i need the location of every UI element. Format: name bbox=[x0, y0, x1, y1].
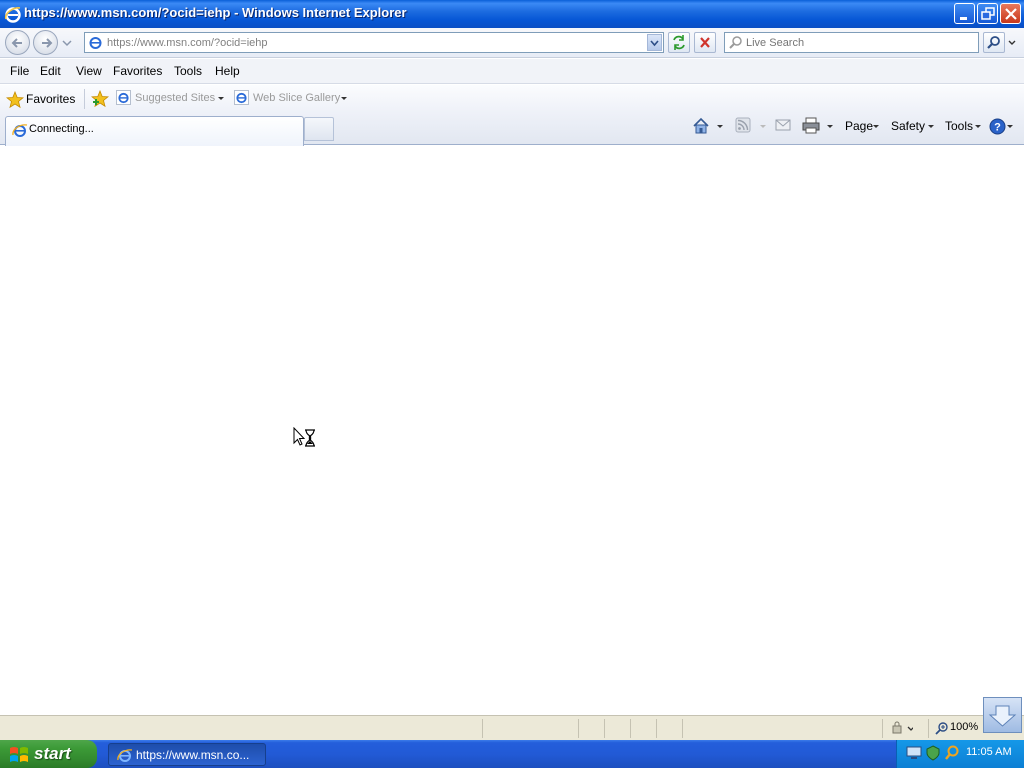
status-pane-divider bbox=[578, 719, 579, 738]
search-button[interactable] bbox=[983, 32, 1005, 53]
minimize-button[interactable] bbox=[954, 3, 975, 24]
menu-edit[interactable]: Edit bbox=[40, 64, 61, 78]
feeds-icon[interactable] bbox=[735, 117, 751, 133]
page-content[interactable] bbox=[0, 146, 1024, 715]
web-slice-gallery-caret[interactable] bbox=[341, 97, 347, 100]
search-input[interactable] bbox=[746, 35, 971, 50]
address-toolbar bbox=[0, 28, 1024, 58]
window-title: https://www.msn.com/?ocid=iehp - Windows… bbox=[24, 5, 407, 20]
web-slice-ie-icon bbox=[234, 90, 249, 105]
home-icon[interactable] bbox=[692, 117, 710, 135]
feeds-dropdown[interactable] bbox=[760, 125, 766, 128]
taskbar-item-label: https://www.msn.co... bbox=[136, 748, 250, 762]
status-pane-divider bbox=[882, 719, 883, 738]
menu-bar: File Edit View Favorites Tools Help bbox=[0, 59, 1024, 84]
menu-file[interactable]: File bbox=[10, 64, 29, 78]
ie-icon bbox=[4, 7, 21, 23]
favorites-label: Favorites bbox=[26, 92, 76, 106]
address-bar[interactable] bbox=[84, 32, 664, 53]
windows-flag-icon bbox=[10, 747, 28, 762]
close-icon bbox=[1005, 8, 1017, 20]
page-menu[interactable]: Page bbox=[845, 119, 873, 133]
tab-ie-icon bbox=[12, 124, 28, 137]
status-pane-divider bbox=[604, 719, 605, 738]
restore-button[interactable] bbox=[977, 3, 998, 24]
hourglass-cursor-icon bbox=[293, 427, 315, 447]
taskbar-ie-icon bbox=[117, 749, 133, 762]
search-box[interactable] bbox=[724, 32, 979, 53]
refresh-button[interactable] bbox=[668, 32, 690, 53]
mail-icon[interactable] bbox=[775, 117, 791, 133]
live-search-icon bbox=[729, 36, 742, 49]
suggested-sites-ie-icon bbox=[116, 90, 131, 105]
close-button[interactable] bbox=[1000, 3, 1021, 24]
tools-menu-caret[interactable] bbox=[975, 125, 981, 128]
title-bar[interactable]: https://www.msn.com/?ocid=iehp - Windows… bbox=[0, 0, 1024, 28]
status-pane-divider bbox=[682, 719, 683, 738]
forward-button[interactable] bbox=[33, 30, 58, 55]
page-ie-icon bbox=[89, 37, 102, 49]
tools-menu[interactable]: Tools bbox=[945, 119, 973, 133]
zoom-icon[interactable] bbox=[935, 721, 949, 735]
system-tray: 11:05 AM bbox=[896, 740, 1024, 768]
protected-mode-icon[interactable] bbox=[891, 721, 913, 735]
menu-help[interactable]: Help bbox=[215, 64, 240, 78]
download-popup-button[interactable] bbox=[983, 697, 1022, 733]
taskbar-item-ie[interactable]: https://www.msn.co... bbox=[108, 743, 266, 766]
status-pane-divider bbox=[928, 719, 929, 738]
stop-button[interactable] bbox=[694, 32, 716, 53]
suggested-sites-link[interactable]: Suggested Sites bbox=[135, 92, 215, 104]
tab-label: Connecting... bbox=[29, 123, 94, 135]
search-tray-icon[interactable] bbox=[944, 745, 960, 761]
address-dropdown-button[interactable] bbox=[647, 34, 662, 51]
status-bar: 100% bbox=[0, 715, 1024, 740]
clock[interactable]: 11:05 AM bbox=[966, 746, 1012, 758]
favorites-bar: Favorites Suggested Sites Web Slice Gall… bbox=[0, 85, 1024, 113]
status-pane-divider bbox=[482, 719, 483, 738]
favorites-separator bbox=[84, 89, 85, 109]
new-tab-button[interactable] bbox=[304, 117, 334, 141]
tab-connecting[interactable]: Connecting... bbox=[5, 116, 304, 149]
refresh-icon bbox=[673, 35, 685, 50]
print-dropdown[interactable] bbox=[827, 125, 833, 128]
restore-icon bbox=[981, 7, 995, 20]
network-tray-icon[interactable] bbox=[906, 745, 922, 761]
tab-row: Connecting... Page Safety Tools ? bbox=[0, 113, 1024, 149]
menu-favorites[interactable]: Favorites bbox=[113, 64, 162, 78]
start-button[interactable]: start bbox=[0, 740, 97, 768]
favorites-star-icon bbox=[6, 91, 24, 109]
menu-tools[interactable]: Tools bbox=[174, 64, 202, 78]
help-dropdown[interactable] bbox=[1007, 125, 1013, 128]
help-icon[interactable]: ? bbox=[989, 118, 1006, 135]
security-tray-icon[interactable] bbox=[925, 745, 941, 761]
minimize-icon bbox=[960, 17, 967, 20]
zoom-level[interactable]: 100% bbox=[950, 721, 978, 733]
download-arrow-icon bbox=[988, 705, 1017, 727]
back-button[interactable] bbox=[5, 30, 30, 55]
home-dropdown[interactable] bbox=[717, 125, 723, 128]
stop-icon bbox=[700, 37, 710, 48]
address-input[interactable] bbox=[107, 35, 627, 50]
status-pane-divider bbox=[656, 719, 657, 738]
chevron-down-icon bbox=[650, 40, 659, 47]
back-icon bbox=[11, 38, 22, 48]
status-pane-divider bbox=[630, 719, 631, 738]
safety-menu-caret[interactable] bbox=[928, 125, 934, 128]
add-favorites-icon[interactable] bbox=[91, 90, 109, 108]
search-icon bbox=[987, 36, 1000, 49]
suggested-sites-caret[interactable] bbox=[218, 97, 224, 100]
svg-text:?: ? bbox=[994, 122, 1001, 134]
favorites-button[interactable]: Favorites bbox=[4, 89, 80, 109]
print-icon[interactable] bbox=[802, 117, 820, 135]
web-slice-gallery-link[interactable]: Web Slice Gallery bbox=[253, 92, 340, 104]
taskbar: start https://www.msn.co... 11:05 AM bbox=[0, 740, 1024, 768]
forward-icon bbox=[42, 38, 53, 48]
safety-menu[interactable]: Safety bbox=[891, 119, 925, 133]
start-label: start bbox=[34, 744, 71, 763]
recent-pages-dropdown[interactable] bbox=[62, 38, 72, 48]
search-options-dropdown[interactable] bbox=[1006, 32, 1018, 53]
page-menu-caret[interactable] bbox=[873, 125, 879, 128]
menu-view[interactable]: View bbox=[76, 64, 102, 78]
